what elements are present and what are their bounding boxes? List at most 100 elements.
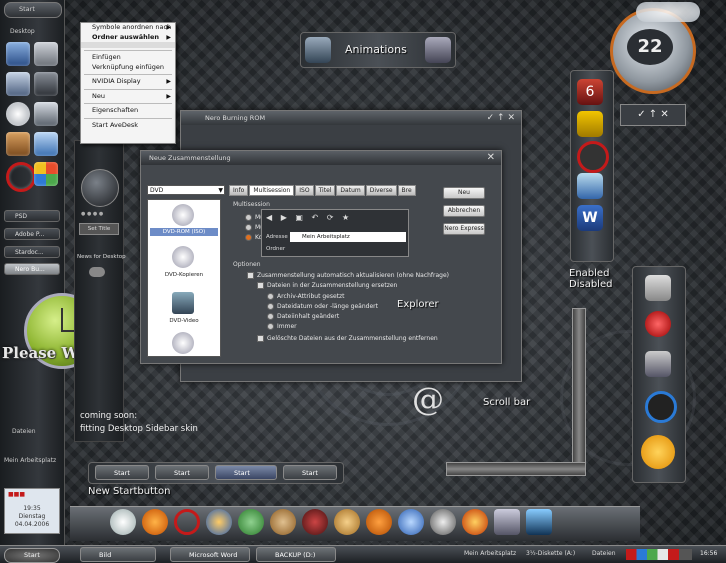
monitor-icon[interactable] bbox=[526, 509, 552, 535]
vlc-icon[interactable] bbox=[366, 509, 392, 535]
printer-icon[interactable] bbox=[34, 102, 58, 126]
option-row[interactable]: Archiv-Attribut gesetzt bbox=[267, 292, 345, 301]
tray-icons[interactable] bbox=[626, 549, 692, 560]
list-item-dvd-rom[interactable]: DVD-ROM (ISO) bbox=[150, 228, 218, 236]
taskbar-button-backup[interactable]: BACKUP (D:) bbox=[256, 547, 336, 562]
bug-icon[interactable] bbox=[302, 509, 328, 535]
option-row[interactable]: Dateidatum oder -länge geändert bbox=[267, 302, 378, 311]
clock-widget-value: 22 bbox=[627, 29, 673, 65]
speaker-icon[interactable] bbox=[430, 509, 456, 535]
new-button[interactable]: Neu bbox=[443, 187, 485, 199]
vertical-scrollbar-sample[interactable] bbox=[572, 308, 586, 470]
tools-icon[interactable] bbox=[6, 132, 30, 156]
sidebar-task-adobe[interactable]: Adobe P... bbox=[4, 228, 60, 240]
sidebar-dateien-label[interactable]: Dateien bbox=[12, 428, 36, 435]
radio-ko[interactable]: Ko bbox=[245, 233, 262, 242]
option-row[interactable]: Gelöschte Dateien aus der Zusammenstellu… bbox=[257, 334, 438, 343]
radio-icon bbox=[267, 303, 274, 310]
firefox-alt-icon[interactable] bbox=[206, 509, 232, 535]
enabled-label-wrap: Enabled Disabled bbox=[569, 268, 612, 290]
start-variant-1[interactable]: Start bbox=[95, 465, 149, 480]
ctx-item-nvidia[interactable]: NVIDIA Display ▶ bbox=[81, 77, 175, 87]
tab-brennen[interactable]: Bre bbox=[397, 185, 416, 196]
start-variant-2[interactable]: Start bbox=[155, 465, 209, 480]
start-variant-3[interactable]: Start bbox=[215, 465, 277, 480]
tab-info[interactable]: Info bbox=[229, 185, 249, 196]
list-item-dvd-video[interactable]: DVD-Video bbox=[150, 318, 218, 324]
tray-diskette[interactable]: 3½-Diskette (A:) bbox=[526, 550, 575, 557]
ctx-item-highlight[interactable] bbox=[81, 42, 175, 48]
option-row[interactable]: Immer bbox=[267, 322, 297, 331]
tab-diverse[interactable]: Diverse bbox=[365, 185, 397, 196]
word-icon[interactable]: W bbox=[577, 205, 603, 231]
start-button[interactable]: Start bbox=[4, 548, 60, 563]
vertical-dock-lower bbox=[632, 266, 686, 483]
swirl-icon[interactable] bbox=[645, 391, 677, 423]
window-controls-sample: ✓ ↑ ✕ bbox=[620, 104, 686, 126]
trash-icon[interactable] bbox=[34, 72, 58, 96]
tray-dateien[interactable]: Dateien bbox=[592, 550, 616, 557]
notepad-icon[interactable] bbox=[645, 275, 671, 301]
tab-iso[interactable]: ISO bbox=[295, 185, 314, 196]
sidebar-desktop-label: Desktop bbox=[10, 28, 35, 35]
search-icon[interactable] bbox=[6, 102, 30, 126]
nero-express-button[interactable]: Nero Express bbox=[443, 223, 485, 235]
ctx-item-avedesk[interactable]: Start AveDesk bbox=[81, 121, 175, 131]
sidebar-mein-arbeitsplatz-label[interactable]: Mein Arbeitsplatz bbox=[4, 457, 56, 464]
network-icon[interactable] bbox=[6, 72, 30, 96]
option-row[interactable]: Dateien in der Zusammenstellung ersetzen bbox=[257, 281, 397, 290]
firefox-icon[interactable] bbox=[142, 509, 168, 535]
tools-icon[interactable] bbox=[645, 351, 671, 377]
user-icon[interactable] bbox=[270, 509, 296, 535]
sidebar-start-orb[interactable]: Start bbox=[4, 2, 62, 18]
taskbar-button-bild[interactable]: Bild bbox=[80, 547, 156, 562]
opera-icon[interactable] bbox=[6, 162, 36, 192]
ctx-item-verknuepfung[interactable]: Verknüpfung einfügen bbox=[81, 63, 175, 73]
bird-icon[interactable] bbox=[334, 509, 360, 535]
new-startbutton-annotation: New Startbutton bbox=[88, 486, 170, 497]
opera-icon[interactable] bbox=[577, 141, 609, 173]
ctx-item-einfuegen[interactable]: Einfügen bbox=[81, 53, 175, 63]
mail-icon[interactable] bbox=[34, 132, 58, 156]
explorer-nav-icons[interactable]: ◀ ▶ ▣ ↶ ⟳ ★ bbox=[266, 213, 352, 222]
gadget-set-title-button[interactable]: Set Title bbox=[79, 223, 119, 235]
list-item-dvd-kopieren[interactable]: DVD-Kopieren bbox=[150, 272, 218, 278]
windows-logo-icon[interactable] bbox=[34, 162, 58, 186]
ctx-item-symbole[interactable]: Symbole anordnen nach ▶ bbox=[81, 23, 175, 33]
start-variant-4[interactable]: Start bbox=[283, 465, 337, 480]
ctx-item-eigenschaften[interactable]: Eigenschaften bbox=[81, 106, 175, 116]
folder-icon[interactable] bbox=[577, 111, 603, 137]
tab-titel[interactable]: Titel bbox=[314, 185, 336, 196]
taskbar: Start Bild Microsoft Word BACKUP (D:) Me… bbox=[0, 545, 726, 563]
window-controls-icon[interactable]: ✓ ↑ ✕ bbox=[487, 111, 515, 125]
sidebar-task-psd[interactable]: PSD bbox=[4, 210, 60, 222]
sidebar-task-nero[interactable]: Nero Bu... bbox=[4, 263, 60, 275]
taskbar-button-word[interactable]: Microsoft Word bbox=[170, 547, 250, 562]
tab-multisession[interactable]: Multisession bbox=[249, 185, 295, 196]
monitor-icon[interactable] bbox=[6, 42, 30, 66]
option-row[interactable]: Dateiinhalt geändert bbox=[267, 312, 339, 321]
power-icon[interactable] bbox=[641, 435, 675, 469]
sidebar-task-stardoc[interactable]: Stardoc... bbox=[4, 246, 60, 258]
burn-icon[interactable] bbox=[462, 509, 488, 535]
tab-datum[interactable]: Datum bbox=[336, 185, 365, 196]
cancel-button[interactable]: Abbrechen bbox=[443, 205, 485, 217]
mail-icon[interactable] bbox=[577, 173, 603, 199]
option-row[interactable]: Zusammenstellung automatisch aktualisier… bbox=[247, 271, 449, 280]
ctx-item-ordner[interactable]: Ordner auswählen ▶ bbox=[81, 33, 175, 43]
white-orb-icon[interactable] bbox=[110, 509, 136, 535]
address-field[interactable]: Mein Arbeitsplatz bbox=[290, 232, 406, 242]
horizontal-scrollbar-sample[interactable] bbox=[446, 462, 586, 476]
gear-icon[interactable] bbox=[645, 311, 671, 337]
gadget-orb-icon bbox=[81, 169, 119, 207]
media-icon[interactable] bbox=[398, 509, 424, 535]
tray-mein-arbeitsplatz[interactable]: Mein Arbeitsplatz bbox=[464, 550, 516, 557]
opera-icon[interactable] bbox=[174, 509, 200, 535]
calendar-icon[interactable]: 6 bbox=[577, 79, 603, 105]
pda-icon[interactable] bbox=[494, 509, 520, 535]
ctx-item-neu[interactable]: Neu ▶ bbox=[81, 92, 175, 102]
messenger-icon[interactable] bbox=[238, 509, 264, 535]
document-icon[interactable] bbox=[34, 42, 58, 66]
close-icon[interactable]: ✕ bbox=[487, 151, 495, 165]
disc-type-select[interactable]: DVD ▼ bbox=[147, 185, 225, 195]
